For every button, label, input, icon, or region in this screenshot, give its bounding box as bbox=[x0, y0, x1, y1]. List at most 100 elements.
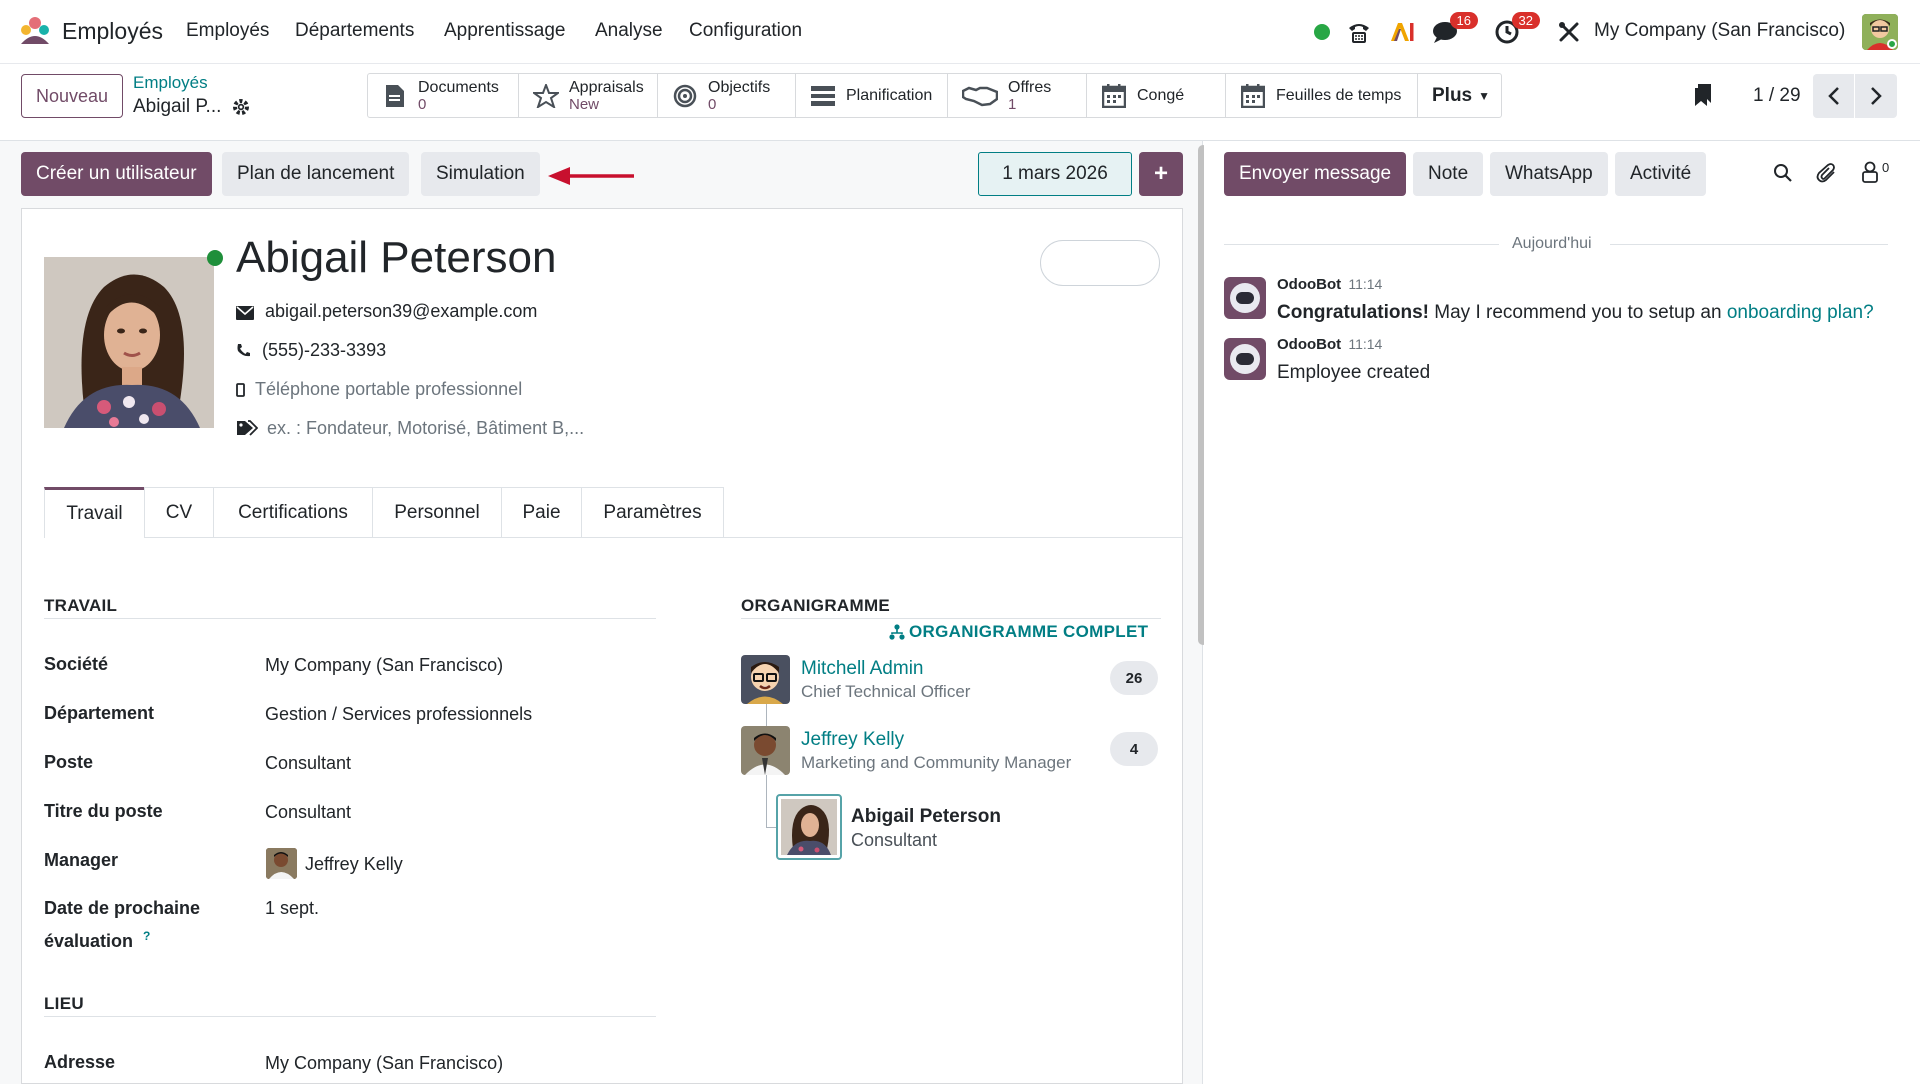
message-header: OdooBot 11:14 bbox=[1277, 336, 1382, 353]
menu-departments[interactable]: Départements bbox=[295, 20, 414, 42]
address-value[interactable]: My Company (San Francisco) bbox=[265, 1053, 503, 1074]
mitchell-name[interactable]: Mitchell Admin bbox=[801, 658, 924, 680]
full-orgchart-link[interactable]: ORGANIGRAMME COMPLET bbox=[889, 622, 1148, 642]
breadcrumb-parent[interactable]: Employés bbox=[133, 73, 208, 93]
date-picker[interactable]: 1 mars 2026 bbox=[978, 152, 1132, 196]
help-tooltip-icon[interactable]: ? bbox=[143, 929, 150, 943]
more-label: Plus bbox=[1432, 84, 1473, 106]
activity-button[interactable]: Activité bbox=[1615, 152, 1707, 196]
department-label: Département bbox=[44, 703, 155, 723]
leave-label: Congé bbox=[1137, 86, 1185, 104]
launch-plan-button[interactable]: Plan de lancement bbox=[222, 152, 410, 196]
jeffrey-subordinates-count[interactable]: 4 bbox=[1110, 732, 1158, 766]
search-icon[interactable] bbox=[1773, 163, 1795, 185]
job-title-value[interactable]: Consultant bbox=[265, 802, 351, 823]
create-user-button[interactable]: Créer un utilisateur bbox=[21, 152, 212, 196]
message-body: Congratulations! May I recommend you to … bbox=[1277, 302, 1874, 323]
documents-button[interactable]: Documents 0 bbox=[368, 74, 519, 117]
tags-field[interactable]: ex. : Fondateur, Motorisé, Bâtiment B,..… bbox=[267, 418, 584, 439]
simulation-button[interactable]: Simulation bbox=[421, 152, 540, 196]
menu-learning[interactable]: Apprentissage bbox=[444, 20, 565, 42]
phone-field[interactable]: (555)-233-3393 bbox=[262, 340, 386, 361]
whatsapp-button[interactable]: WhatsApp bbox=[1490, 152, 1608, 196]
more-button[interactable]: Plus ▼ bbox=[1418, 74, 1501, 117]
timesheets-label: Feuilles de temps bbox=[1276, 86, 1402, 104]
followers-button[interactable]: 0 bbox=[1860, 160, 1894, 186]
tab-certifications[interactable]: Certifications bbox=[213, 487, 373, 537]
pager-previous-button[interactable] bbox=[1813, 74, 1855, 118]
jeffrey-avatar[interactable] bbox=[741, 726, 790, 775]
chevron-right-icon bbox=[1871, 87, 1882, 105]
leave-button[interactable]: Congé bbox=[1087, 74, 1226, 117]
onboarding-plan-link[interactable]: onboarding plan? bbox=[1727, 302, 1874, 323]
user-lock-icon bbox=[1862, 161, 1878, 183]
menu-employees[interactable]: Employés bbox=[186, 20, 269, 42]
mitchell-avatar[interactable] bbox=[741, 655, 790, 704]
department-value[interactable]: Gestion / Services professionnels bbox=[265, 704, 532, 725]
tab-work[interactable]: Travail bbox=[44, 487, 145, 538]
bookmark-icon[interactable] bbox=[1694, 83, 1716, 111]
tab-settings[interactable]: Paramètres bbox=[581, 487, 724, 537]
envelope-icon bbox=[236, 304, 256, 320]
mobile-phone-field[interactable]: Téléphone portable professionnel bbox=[255, 379, 522, 400]
activities-badge: 32 bbox=[1511, 12, 1540, 29]
send-message-button[interactable]: Envoyer message bbox=[1224, 152, 1407, 196]
odoobot-avatar[interactable] bbox=[1224, 338, 1266, 380]
tab-personal[interactable]: Personnel bbox=[372, 487, 502, 537]
phone-icon[interactable] bbox=[1344, 14, 1374, 50]
menu-configuration[interactable]: Configuration bbox=[689, 20, 802, 42]
message-author[interactable]: OdooBot bbox=[1277, 276, 1341, 293]
company-label: Société bbox=[44, 654, 109, 674]
app-brand[interactable]: Employés bbox=[18, 14, 163, 48]
paperclip-icon[interactable] bbox=[1816, 162, 1840, 186]
work-section-divider bbox=[44, 618, 656, 619]
objectives-count: 0 bbox=[708, 95, 717, 113]
log-note-button[interactable]: Note bbox=[1413, 152, 1484, 196]
jeffrey-name[interactable]: Jeffrey Kelly bbox=[801, 729, 904, 751]
message-author[interactable]: OdooBot bbox=[1277, 336, 1341, 353]
ai-icon[interactable] bbox=[1387, 14, 1417, 50]
next-appraisal-value[interactable]: 1 sept. bbox=[265, 898, 319, 919]
employee-photo[interactable] bbox=[44, 257, 214, 428]
appraisals-button[interactable]: Appraisals New bbox=[519, 74, 658, 117]
email-field[interactable]: abigail.peterson39@example.com bbox=[265, 301, 537, 322]
tab-cv[interactable]: CV bbox=[144, 487, 214, 537]
new-button[interactable]: Nouveau bbox=[21, 74, 124, 118]
message-body: Employee created bbox=[1277, 362, 1431, 383]
messages-icon[interactable]: 16 bbox=[1430, 12, 1478, 50]
tab-payroll[interactable]: Paie bbox=[501, 487, 582, 537]
company-value[interactable]: My Company (San Francisco) bbox=[265, 655, 503, 676]
job-title-label: Titre du poste bbox=[44, 801, 163, 821]
employee-name[interactable]: Abigail Peterson bbox=[236, 233, 556, 283]
offers-button[interactable]: Offres 1 bbox=[948, 74, 1087, 117]
user-avatar[interactable] bbox=[1862, 14, 1898, 50]
add-button[interactable]: + bbox=[1139, 152, 1183, 196]
job-position-value[interactable]: Consultant bbox=[265, 753, 351, 774]
debug-tools-icon[interactable] bbox=[1555, 14, 1583, 50]
manager-value[interactable]: Jeffrey Kelly bbox=[305, 854, 403, 875]
documents-label: Documents bbox=[418, 78, 499, 96]
activities-icon[interactable]: 32 bbox=[1492, 12, 1540, 50]
objectives-button[interactable]: Objectifs 0 bbox=[658, 74, 796, 117]
menu-analysis[interactable]: Analyse bbox=[595, 20, 663, 42]
today-separator: Aujourd'hui bbox=[1512, 235, 1592, 252]
gear-icon[interactable] bbox=[232, 98, 252, 118]
star-icon bbox=[533, 83, 559, 109]
mitchell-subordinates-count[interactable]: 26 bbox=[1110, 661, 1158, 695]
job-position-label: Poste bbox=[44, 752, 94, 772]
calendar-icon bbox=[1240, 83, 1266, 109]
app-name: Employés bbox=[62, 17, 163, 44]
status-toggle[interactable] bbox=[1040, 240, 1160, 286]
planning-button[interactable]: Planification bbox=[796, 74, 948, 117]
date-separator-line bbox=[1610, 244, 1888, 245]
message-time: 11:14 bbox=[1348, 276, 1383, 292]
timesheets-button[interactable]: Feuilles de temps bbox=[1226, 74, 1418, 117]
pager-next-button[interactable] bbox=[1855, 74, 1897, 118]
offers-count: 1 bbox=[1008, 95, 1017, 113]
messages-badge: 16 bbox=[1449, 12, 1478, 29]
company-switcher[interactable]: My Company (San Francisco) bbox=[1594, 20, 1845, 42]
odoobot-avatar[interactable] bbox=[1224, 277, 1266, 319]
orgchart-divider bbox=[741, 618, 1161, 619]
pager-value[interactable]: 1 / 29 bbox=[1753, 85, 1801, 107]
calendar-icon bbox=[1101, 83, 1127, 109]
